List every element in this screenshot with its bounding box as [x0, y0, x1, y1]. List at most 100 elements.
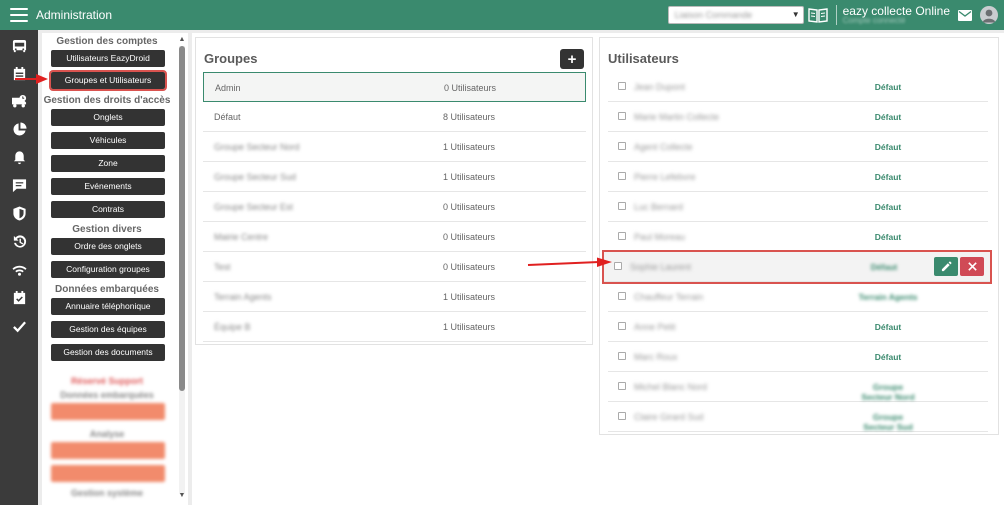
user-checkbox[interactable]	[618, 232, 626, 240]
user-checkbox[interactable]	[618, 82, 626, 90]
documents-button[interactable]: Gestion des documents	[51, 344, 165, 361]
user-row[interactable]: Claire Girard Sud Groupe Secteur Sud	[608, 402, 988, 432]
user-avatar-icon	[982, 9, 996, 23]
scroll-thumb[interactable]	[179, 46, 185, 391]
add-group-button[interactable]: +	[560, 49, 584, 69]
calendar-check-icon[interactable]	[10, 288, 28, 306]
group-row[interactable]: Groupe Secteur Nord 1 Utilisateurs	[203, 132, 586, 162]
teams-button[interactable]: Gestion des équipes	[51, 321, 165, 338]
group-row[interactable]: Équipe B 1 Utilisateurs	[203, 312, 586, 342]
user-row[interactable]: Jean Dupont Défaut	[608, 72, 988, 102]
group-name: Admin	[215, 83, 241, 93]
menu-scrollbar[interactable]: ▲ ▼	[178, 36, 186, 502]
user-row[interactable]: Sophie Laurent Défaut	[602, 250, 992, 284]
users-card: Utilisateurs Jean Dupont Défaut Marie Mart…	[599, 37, 999, 435]
group-user-count: 8 Utilisateurs	[443, 112, 496, 122]
user-checkbox[interactable]	[618, 322, 626, 330]
groups-card: Groupes + Admin 0 Utilisateurs Défaut 8 Uti…	[195, 37, 593, 345]
reserved-analysis-heading: Analyse	[89, 429, 125, 439]
message-icon[interactable]	[10, 176, 28, 194]
user-row[interactable]: Agent Collecte Défaut	[608, 132, 988, 162]
group-user-count: 0 Utilisateurs	[443, 262, 496, 272]
alarm-bell-icon[interactable]	[10, 148, 28, 166]
user-row[interactable]: Marie Martin Collecte Défaut	[608, 102, 988, 132]
reserved-button-3[interactable]	[51, 465, 165, 482]
group-user-count: 1 Utilisateurs	[443, 322, 496, 332]
users-eazydroid-button[interactable]: Utilisateurs EazyDroid	[51, 50, 165, 67]
edit-user-button[interactable]	[934, 257, 958, 276]
pie-chart-icon[interactable]	[10, 120, 28, 138]
check-icon[interactable]	[10, 317, 28, 335]
group-config-button[interactable]: Configuration groupes	[51, 261, 165, 278]
scroll-up-icon[interactable]: ▲	[178, 36, 186, 43]
user-row[interactable]: Anne Petit Défaut	[608, 312, 988, 342]
user-checkbox[interactable]	[618, 412, 626, 420]
header-divider	[835, 5, 837, 25]
user-row[interactable]: Paul Moreau Défaut	[608, 222, 988, 252]
user-checkbox[interactable]	[618, 202, 626, 210]
user-checkbox[interactable]	[614, 262, 622, 270]
user-row[interactable]: Michel Blanc Nord Groupe Secteur Nord	[608, 372, 988, 402]
phonebook-button[interactable]: Annuaire téléphonique	[51, 298, 165, 315]
mail-icon[interactable]	[958, 9, 972, 21]
section-access-heading: Gestion des droits d'accès	[43, 95, 171, 106]
scroll-down-icon[interactable]: ▼	[178, 492, 186, 499]
company-select-value: Liaison Commande	[674, 10, 753, 20]
avatar[interactable]	[980, 6, 998, 24]
company-select[interactable]: Liaison Commande ▼	[667, 6, 804, 24]
user-checkbox[interactable]	[618, 292, 626, 300]
user-name: Paul Moreau	[634, 232, 686, 242]
user-checkbox[interactable]	[618, 142, 626, 150]
reserved-button-1[interactable]	[51, 403, 165, 420]
groups-users-button[interactable]: Groupes et Utilisateurs	[49, 70, 167, 91]
page-title: Administration	[36, 8, 113, 22]
group-row[interactable]: Défaut 8 Utilisateurs	[203, 102, 586, 132]
zone-button[interactable]: Zone	[51, 155, 165, 172]
tab-order-button[interactable]: Ordre des onglets	[51, 238, 165, 255]
user-name: Pierre Lefebvre	[634, 172, 696, 182]
group-user-count: 0 Utilisateurs	[443, 202, 496, 212]
truck-clock-icon[interactable]	[10, 92, 28, 110]
group-row[interactable]: Mairie Centre 0 Utilisateurs	[203, 222, 586, 252]
contracts-button[interactable]: Contrats	[51, 201, 165, 218]
user-name: Marie Martin Collecte	[634, 112, 720, 122]
signal-icon[interactable]	[10, 260, 28, 278]
user-checkbox[interactable]	[618, 352, 626, 360]
group-row[interactable]: Groupe Secteur Sud 1 Utilisateurs	[203, 162, 586, 192]
user-row[interactable]: Marc Roux Défaut	[608, 342, 988, 372]
group-user-count: 1 Utilisateurs	[443, 292, 496, 302]
user-row[interactable]: Luc Bernard Défaut	[608, 192, 988, 222]
group-row[interactable]: Groupe Secteur Est 0 Utilisateurs	[203, 192, 586, 222]
bus-icon[interactable]	[10, 37, 28, 55]
hamburger-menu-icon[interactable]	[10, 8, 28, 22]
user-checkbox[interactable]	[618, 112, 626, 120]
user-checkbox[interactable]	[618, 382, 626, 390]
user-group: Défaut	[874, 232, 902, 242]
user-name: Marc Roux	[634, 352, 678, 362]
reserved-system-heading: Gestion système	[70, 488, 144, 498]
history-icon[interactable]	[10, 232, 28, 250]
group-row[interactable]: Admin 0 Utilisateurs	[203, 72, 586, 102]
user-group: Groupe Secteur Nord	[861, 382, 915, 402]
user-checkbox[interactable]	[618, 172, 626, 180]
group-user-count: 0 Utilisateurs	[444, 83, 497, 93]
group-name: Terrain Agents	[214, 292, 272, 302]
delete-user-button[interactable]	[960, 257, 984, 276]
reserved-button-2[interactable]	[51, 442, 165, 459]
group-name: Groupe Secteur Nord	[214, 142, 300, 152]
user-name: Chauffeur Terrain	[634, 292, 704, 302]
user-group: Défaut	[874, 322, 902, 332]
groups-title: Groupes	[204, 51, 258, 66]
group-name: Groupe Secteur Sud	[214, 172, 297, 182]
events-button[interactable]: Evénements	[51, 178, 165, 195]
pointer-arrow-icon	[15, 74, 48, 84]
group-row[interactable]: Terrain Agents 1 Utilisateurs	[203, 282, 586, 312]
user-row[interactable]: Pierre Lefebvre Défaut	[608, 162, 988, 192]
tabs-button[interactable]: Onglets	[51, 109, 165, 126]
open-book-icon[interactable]	[807, 7, 828, 23]
shield-icon[interactable]	[10, 204, 28, 222]
user-row[interactable]: Chauffeur Terrain Terrain Agents	[608, 282, 988, 312]
group-user-count: 1 Utilisateurs	[443, 142, 496, 152]
vehicles-button[interactable]: Véhicules	[51, 132, 165, 149]
user-group: Groupe Secteur Sud	[863, 412, 913, 432]
